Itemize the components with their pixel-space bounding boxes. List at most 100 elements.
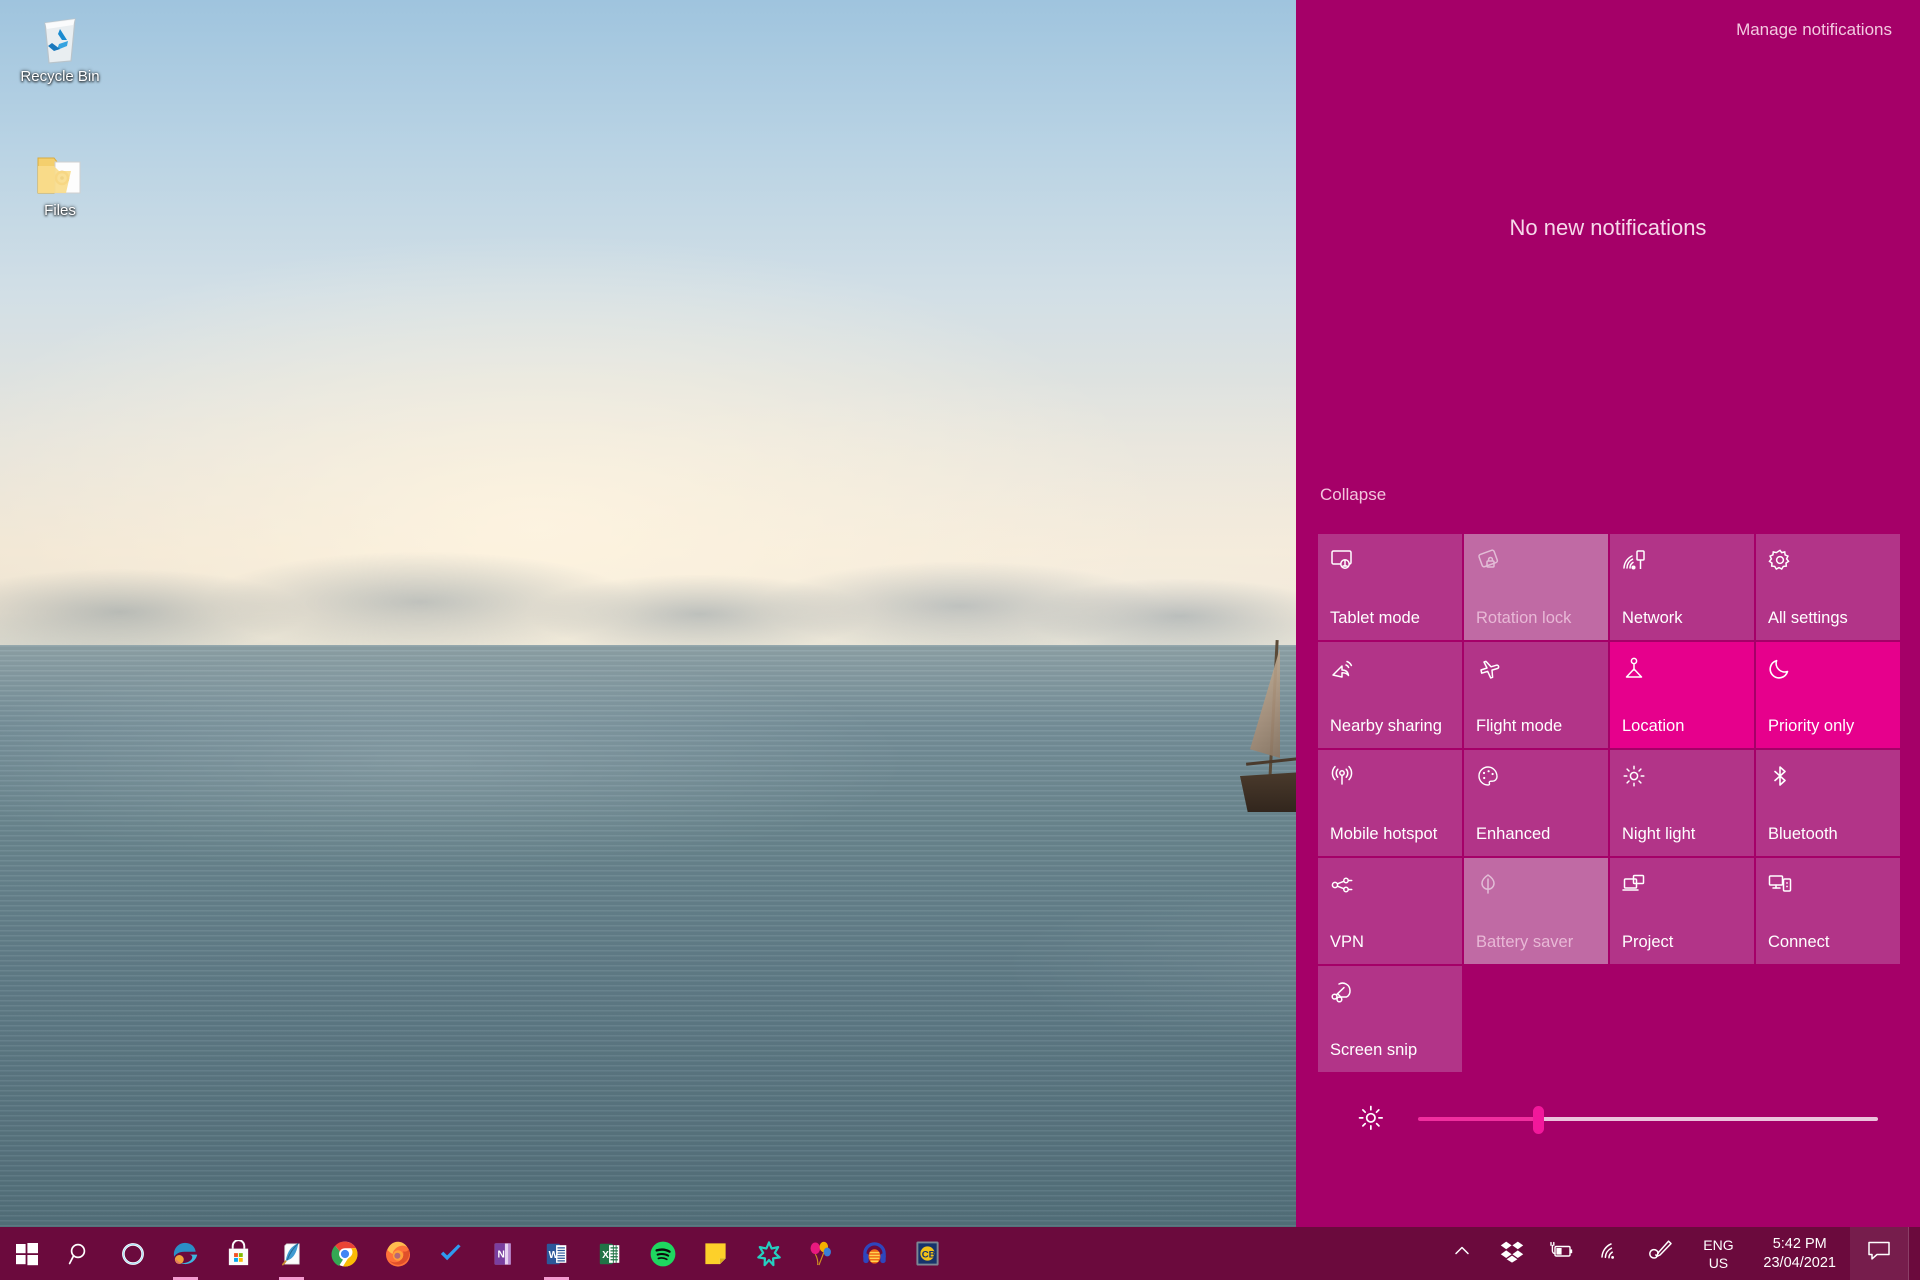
feather-note-icon: [277, 1239, 307, 1269]
search-button[interactable]: [53, 1227, 106, 1280]
quick-action-nearby-sharing[interactable]: Nearby sharing: [1318, 642, 1462, 748]
pen-tray-icon[interactable]: [1637, 1227, 1687, 1280]
collapse-quick-actions-link[interactable]: Collapse: [1320, 485, 1386, 505]
headphones-button[interactable]: [848, 1227, 901, 1280]
desktop-icon-label: Files: [44, 202, 76, 219]
network-icon: [1622, 548, 1742, 582]
quick-action-location[interactable]: Location: [1610, 642, 1754, 748]
dropbox-icon: [1500, 1239, 1524, 1268]
taskbar-app-list: N W X CB: [0, 1227, 954, 1280]
show-hidden-icons-button[interactable]: [1437, 1227, 1487, 1280]
hotspot-icon: [1330, 764, 1450, 798]
svg-text:CB: CB: [922, 1249, 936, 1260]
quick-action-project[interactable]: Project: [1610, 858, 1754, 964]
quick-action-vpn[interactable]: VPN: [1318, 858, 1462, 964]
location-icon: [1622, 656, 1742, 690]
brightness-slider[interactable]: [1418, 1106, 1878, 1134]
quick-action-label: Enhanced: [1476, 825, 1551, 843]
word-button[interactable]: W: [530, 1227, 583, 1280]
start-button[interactable]: [0, 1227, 53, 1280]
quick-action-night-light[interactable]: Night light: [1610, 750, 1754, 856]
language-line1: ENG: [1703, 1236, 1734, 1253]
system-tray: ENG US 5:42 PM 23/04/2021: [1437, 1227, 1920, 1280]
search-icon: [65, 1239, 95, 1269]
rotation-lock-icon: [1476, 548, 1596, 582]
star-app-button[interactable]: [742, 1227, 795, 1280]
quick-action-connect[interactable]: Connect: [1756, 858, 1900, 964]
tablet-mode-icon: [1330, 548, 1450, 582]
quick-action-label: Bluetooth: [1768, 825, 1838, 843]
quick-action-enhanced[interactable]: Enhanced: [1464, 750, 1608, 856]
taskbar: N W X CB ENG US 5:42 PM 23/04/2021: [0, 1227, 1920, 1280]
quick-action-battery-saver[interactable]: Battery saver: [1464, 858, 1608, 964]
quick-action-mobile-hotspot[interactable]: Mobile hotspot: [1318, 750, 1462, 856]
quick-action-label: All settings: [1768, 609, 1848, 627]
moon-icon: [1768, 656, 1888, 690]
headphones-icon: [860, 1239, 890, 1269]
edge-button[interactable]: [159, 1227, 212, 1280]
language-line2: US: [1708, 1254, 1729, 1271]
clock[interactable]: 5:42 PM 23/04/2021: [1749, 1227, 1850, 1280]
manage-notifications-link[interactable]: Manage notifications: [1736, 20, 1892, 40]
quick-action-label: Screen snip: [1330, 1041, 1418, 1059]
dropbox-tray-icon[interactable]: [1487, 1227, 1537, 1280]
quick-action-priority-only[interactable]: Priority only: [1756, 642, 1900, 748]
cb-app-button[interactable]: CB: [901, 1227, 954, 1280]
battery-tray-icon[interactable]: [1537, 1227, 1587, 1280]
quick-action-label: Tablet mode: [1330, 609, 1420, 627]
no-notifications-message: No new notifications: [1509, 215, 1707, 240]
svg-text:X: X: [602, 1250, 609, 1261]
excel-icon: X: [595, 1239, 625, 1269]
cortana-icon: [118, 1239, 148, 1269]
brightness-slider-thumb[interactable]: [1532, 1106, 1544, 1134]
desktop-icon-recycle-bin[interactable]: Recycle Bin: [8, 10, 112, 85]
language-indicator[interactable]: ENG US: [1687, 1227, 1749, 1280]
todo-button[interactable]: [424, 1227, 477, 1280]
quick-action-label: Nearby sharing: [1330, 717, 1442, 735]
quick-action-grid-filler: [1464, 966, 1608, 1072]
quick-actions-grid: Tablet mode Rotation lock Network All se…: [1318, 534, 1900, 1072]
quick-action-bluetooth[interactable]: Bluetooth: [1756, 750, 1900, 856]
sticky-note-icon: [701, 1239, 731, 1269]
quick-action-grid-filler: [1610, 966, 1754, 1072]
microsoft-store-button[interactable]: [212, 1227, 265, 1280]
quick-action-rotation-lock[interactable]: Rotation lock: [1464, 534, 1608, 640]
quick-action-label: Rotation lock: [1476, 609, 1572, 627]
quick-action-flight-mode[interactable]: Flight mode: [1464, 642, 1608, 748]
sticky-notes-button[interactable]: [689, 1227, 742, 1280]
spotify-icon: [648, 1239, 678, 1269]
quick-action-screen-snip[interactable]: Screen snip: [1318, 966, 1462, 1072]
chrome-icon: [330, 1239, 360, 1269]
firefox-icon: [383, 1239, 413, 1269]
show-desktop-button[interactable]: [1908, 1227, 1916, 1280]
desktop-icon-files[interactable]: Files: [8, 144, 112, 219]
brightness-control: [1296, 1097, 1920, 1141]
firefox-button[interactable]: [371, 1227, 424, 1280]
quick-action-label: Flight mode: [1476, 717, 1563, 735]
files-folder-icon: [8, 144, 112, 202]
word-icon: W: [542, 1239, 572, 1269]
onenote-button[interactable]: N: [477, 1227, 530, 1280]
balloons-button[interactable]: [795, 1227, 848, 1280]
journal-button[interactable]: [265, 1227, 318, 1280]
chrome-button[interactable]: [318, 1227, 371, 1280]
clock-time: 5:42 PM: [1772, 1235, 1827, 1252]
brightness-icon: [1352, 1104, 1392, 1134]
quick-action-label: Project: [1622, 933, 1674, 951]
gear-icon: [1768, 548, 1888, 582]
edge-icon: [171, 1239, 201, 1269]
bluetooth-icon: [1768, 764, 1888, 798]
chevron-up-icon: [1452, 1241, 1472, 1266]
wifi-icon: [1599, 1238, 1625, 1269]
action-center-button[interactable]: [1850, 1227, 1908, 1280]
spotify-button[interactable]: [636, 1227, 689, 1280]
excel-button[interactable]: X: [583, 1227, 636, 1280]
quick-action-all-settings[interactable]: All settings: [1756, 534, 1900, 640]
cortana-button[interactable]: [106, 1227, 159, 1280]
quick-action-network[interactable]: Network: [1610, 534, 1754, 640]
network-tray-icon[interactable]: [1587, 1227, 1637, 1280]
battery-charging-icon: [1549, 1238, 1575, 1269]
quick-action-label: Mobile hotspot: [1330, 825, 1438, 843]
quick-action-tablet-mode[interactable]: Tablet mode: [1318, 534, 1462, 640]
windows-logo-icon: [12, 1239, 42, 1269]
